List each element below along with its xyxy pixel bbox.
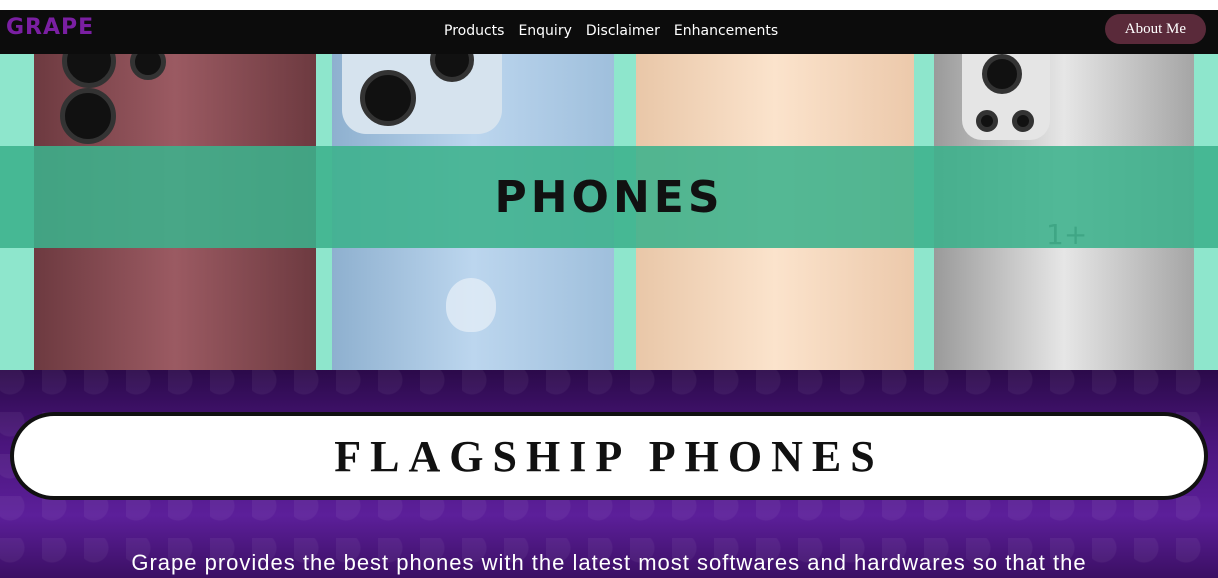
nav-products[interactable]: Products <box>444 23 504 39</box>
main-nav: Products Enquiry Disclaimer Enhancements <box>444 23 778 39</box>
camera-lens-icon <box>130 54 166 80</box>
phones-banner: PHONES <box>0 146 1218 248</box>
section-heading: FLAGSHIP PHONES <box>334 431 884 481</box>
camera-lens-icon <box>62 54 116 88</box>
nav-disclaimer[interactable]: Disclaimer <box>586 23 660 39</box>
section-description: Grape provides the best phones with the … <box>131 550 1087 575</box>
nav-enquiry[interactable]: Enquiry <box>518 23 571 39</box>
camera-lens-icon <box>976 110 998 132</box>
nav-enhancements[interactable]: Enhancements <box>674 23 778 39</box>
camera-lens-icon <box>982 54 1022 94</box>
about-me-button[interactable]: About Me <box>1104 14 1206 44</box>
grape-logo[interactable]: GRAPE <box>6 15 94 40</box>
camera-lens-icon <box>60 88 116 144</box>
camera-lens-icon <box>360 70 416 126</box>
top-navigation-bar: GRAPE Products Enquiry Disclaimer Enhanc… <box>0 10 1218 54</box>
apple-logo-icon <box>446 278 496 332</box>
banner-title: PHONES <box>494 171 724 223</box>
camera-lens-icon <box>1012 110 1034 132</box>
flagship-heading-pill: FLAGSHIP PHONES <box>10 412 1208 500</box>
hero-phones-image: 1+ PHONES <box>0 54 1218 370</box>
